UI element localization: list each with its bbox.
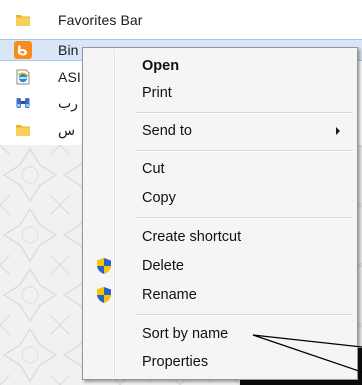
favorites-item-label: Favorites Bar [58, 12, 143, 28]
menu-item-properties[interactable]: Properties [85, 349, 355, 375]
favorites-item-label: Bin [58, 42, 79, 58]
uac-shield-icon [95, 257, 113, 275]
menu-separator [135, 217, 353, 219]
menu-item-rename[interactable]: Rename [85, 282, 355, 308]
menu-item-cut[interactable]: Cut [85, 156, 355, 182]
folder-icon [14, 121, 32, 139]
menu-item-label: Sort by name [142, 326, 229, 342]
folder-icon [14, 11, 32, 29]
favorites-item-favorites-bar[interactable]: Favorites Bar [0, 9, 362, 31]
feed-binoculars-icon [14, 94, 32, 112]
menu-separator [135, 112, 353, 114]
menu-item-copy[interactable]: Copy [85, 185, 355, 211]
submenu-arrow-icon [336, 127, 340, 135]
menu-item-open[interactable]: Open [85, 53, 355, 79]
menu-item-label: Properties [142, 354, 209, 370]
favorites-item-label: س [58, 121, 76, 138]
menu-item-sort-by-name[interactable]: Sort by name [85, 321, 355, 347]
ie-page-icon [14, 68, 32, 86]
menu-item-label: Cut [142, 161, 165, 177]
menu-separator [135, 150, 353, 152]
menu-item-label: Create shortcut [142, 229, 242, 245]
favorites-item-label: رب [58, 94, 78, 111]
menu-item-label: Open [142, 58, 180, 74]
menu-item-send-to[interactable]: Send to [85, 118, 355, 144]
menu-item-label: Copy [142, 190, 176, 206]
menu-item-label: Rename [142, 287, 197, 303]
menu-item-label: Print [142, 85, 172, 101]
context-menu: Open Print Send to Cut Copy Create short… [82, 47, 358, 380]
menu-item-label: Send to [142, 123, 192, 139]
uac-shield-icon [95, 286, 113, 304]
menu-item-delete[interactable]: Delete [85, 253, 355, 279]
bing-icon [14, 41, 32, 59]
menu-item-create-shortcut[interactable]: Create shortcut [85, 224, 355, 250]
menu-item-print[interactable]: Print [85, 80, 355, 106]
menu-separator [135, 314, 353, 316]
favorites-item-label: ASI [58, 69, 81, 85]
menu-item-label: Delete [142, 258, 184, 274]
